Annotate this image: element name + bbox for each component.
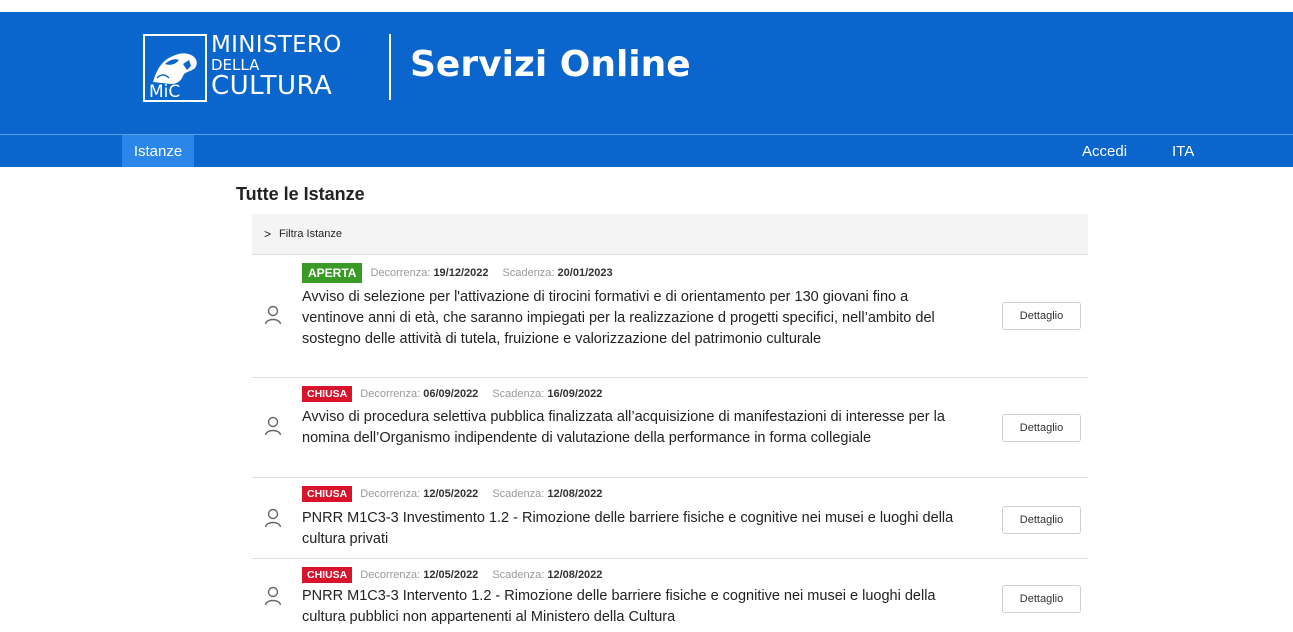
item-meta: CHIUSA Decorrenza: 06/09/2022 Scadenza: …	[302, 386, 616, 402]
list-item: CHIUSA Decorrenza: 12/05/2022 Scadenza: …	[252, 478, 1088, 559]
scadenza-label: Scadenza:	[492, 488, 545, 500]
item-title[interactable]: PNRR M1C3-3 Investimento 1.2 - Rimozione…	[302, 508, 972, 550]
item-meta: CHIUSA Decorrenza: 12/05/2022 Scadenza: …	[302, 486, 616, 502]
filter-toggle[interactable]: > Filtra Istanze	[252, 214, 1088, 255]
dettaglio-button[interactable]: Dettaglio	[1002, 506, 1081, 534]
decorrenza-value: 12/05/2022	[423, 488, 479, 500]
status-badge: APERTA	[302, 263, 363, 283]
language-selector[interactable]: ITA	[1172, 135, 1194, 167]
tab-istanze[interactable]: Istanze	[122, 135, 194, 167]
chevron-right-icon: >	[264, 227, 272, 241]
page-title: Tutte le Istanze	[236, 184, 365, 204]
ministry-logo[interactable]: MiC MINISTERO DELLA CULTURA	[143, 34, 342, 102]
item-title[interactable]: PNRR M1C3-3 Intervento 1.2 - Rimozione d…	[302, 586, 972, 628]
scadenza-label: Scadenza:	[492, 569, 545, 581]
logo-mark: MiC	[149, 82, 180, 102]
dettaglio-button[interactable]: Dettaglio	[1002, 302, 1081, 330]
scadenza-label: Scadenza:	[492, 388, 545, 400]
user-icon	[264, 586, 282, 606]
decorrenza-label: Decorrenza:	[360, 569, 421, 581]
list-item: APERTA Decorrenza: 19/12/2022 Scadenza: …	[252, 255, 1088, 378]
decorrenza-label: Decorrenza:	[360, 488, 421, 500]
scadenza-value: 12/08/2022	[547, 569, 603, 581]
main-navbar: Istanze Accedi ITA	[0, 134, 1293, 167]
item-title[interactable]: Avviso di procedura selettiva pubblica f…	[302, 407, 972, 449]
list-item: CHIUSA Decorrenza: 06/09/2022 Scadenza: …	[252, 378, 1088, 478]
status-badge: CHIUSA	[302, 567, 353, 583]
scadenza-value: 12/08/2022	[547, 488, 603, 500]
item-title[interactable]: Avviso di selezione per l'attivazione di…	[302, 287, 972, 350]
scadenza-value: 20/01/2023	[557, 267, 613, 279]
status-badge: CHIUSA	[302, 386, 353, 402]
filter-label: Filtra Istanze	[279, 228, 342, 240]
decorrenza-value: 19/12/2022	[433, 267, 489, 279]
list-item: CHIUSA Decorrenza: 12/05/2022 Scadenza: …	[252, 559, 1088, 632]
item-meta: APERTA Decorrenza: 19/12/2022 Scadenza: …	[302, 263, 627, 283]
site-header: MiC MINISTERO DELLA CULTURA Servizi Onli…	[0, 12, 1293, 134]
scadenza-label: Scadenza:	[502, 267, 555, 279]
decorrenza-label: Decorrenza:	[370, 267, 431, 279]
site-title[interactable]: Servizi Online	[410, 44, 691, 85]
login-link[interactable]: Accedi	[1082, 135, 1127, 167]
logo-emblem-icon: MiC	[143, 34, 207, 102]
header-divider	[389, 34, 391, 100]
logo-wordmark: MINISTERO DELLA CULTURA	[211, 32, 342, 101]
item-meta: CHIUSA Decorrenza: 12/05/2022 Scadenza: …	[302, 567, 616, 583]
decorrenza-label: Decorrenza:	[360, 388, 421, 400]
logo-line-1: MINISTERO	[211, 32, 342, 58]
status-badge: CHIUSA	[302, 486, 353, 502]
dettaglio-button[interactable]: Dettaglio	[1002, 585, 1081, 613]
decorrenza-value: 06/09/2022	[423, 388, 479, 400]
user-icon	[264, 508, 282, 528]
user-icon	[264, 305, 282, 325]
scadenza-value: 16/09/2022	[547, 388, 603, 400]
top-band	[0, 0, 1293, 12]
user-icon	[264, 416, 282, 436]
dettaglio-button[interactable]: Dettaglio	[1002, 414, 1081, 442]
decorrenza-value: 12/05/2022	[423, 569, 479, 581]
logo-line-3: CULTURA	[211, 71, 333, 101]
